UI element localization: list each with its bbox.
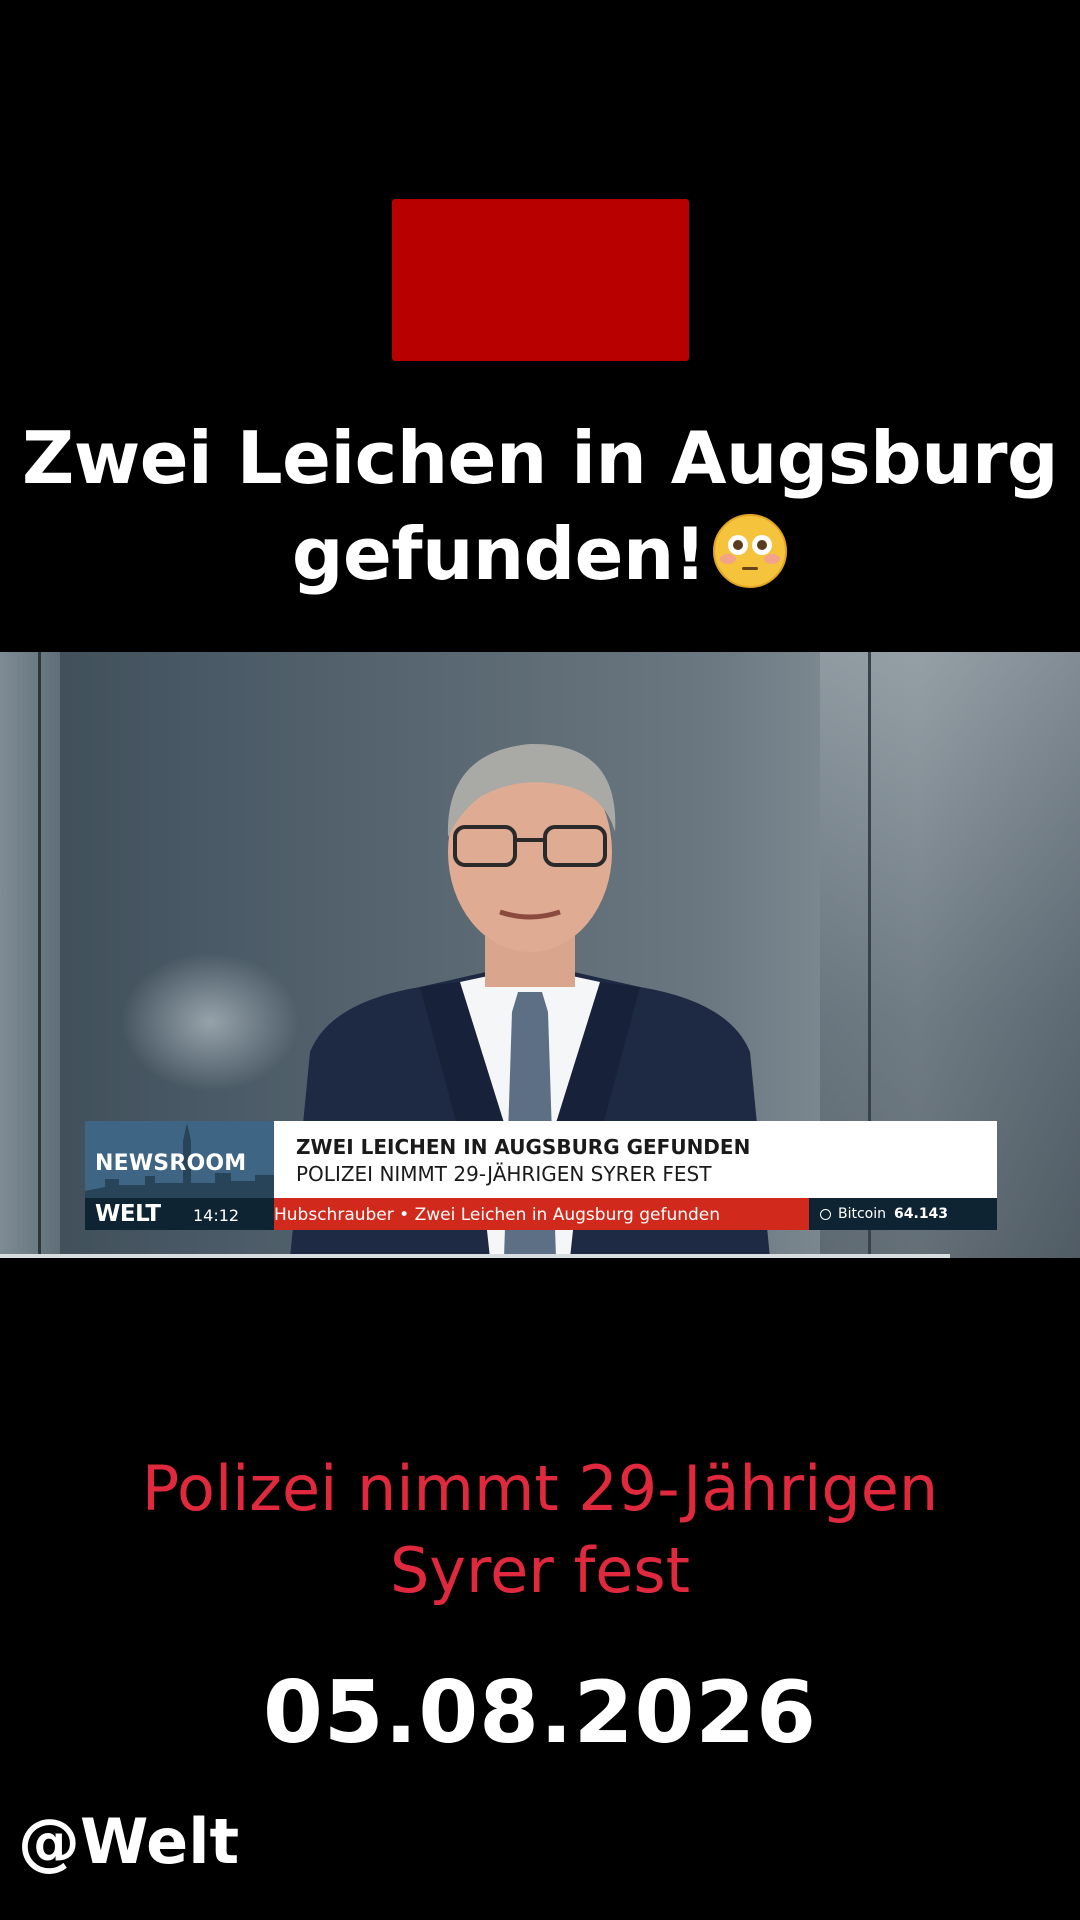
subline: Polizei nimmt 29-Jährigen Syrer fest [0, 1448, 1080, 1612]
headline-line1: Zwei Leichen in Augsburg [21, 416, 1059, 500]
bitcoin-quote: Bitcoin 64.143 [820, 1206, 948, 1222]
subline-line1: Polizei nimmt 29-Jährigen [141, 1452, 939, 1525]
lower-third-headline-box: ZWEI LEICHEN IN AUGSBURG GEFUNDEN POLIZE… [274, 1121, 997, 1198]
bitcoin-icon [820, 1209, 831, 1220]
ticker-text: Hubschrauber • Zwei Leichen in Augsburg … [274, 1205, 721, 1225]
subline-line2: Syrer fest [389, 1534, 691, 1607]
headline-line2: gefunden! [0, 506, 1080, 602]
bitcoin-value: 64.143 [894, 1206, 949, 1222]
headline-line2-text: gefunden! [291, 512, 707, 596]
welt-logo: WELT [95, 1201, 161, 1227]
headline: Zwei Leichen in Augsburg gefunden! [0, 410, 1080, 602]
bitcoin-label: Bitcoin [838, 1206, 887, 1222]
lower-third-subtitle: POLIZEI NIMMT 29-JÄHRIGEN SYRER FEST [296, 1162, 712, 1186]
lower-third-title: ZWEI LEICHEN IN AUGSBURG GEFUNDEN [296, 1135, 751, 1159]
date-label: 05.08.2026 [262, 1663, 818, 1763]
news-ticker: Hubschrauber • Zwei Leichen in Augsburg … [274, 1198, 809, 1230]
flushed-face-emoji-icon [713, 514, 788, 588]
newsroom-label: NEWSROOM [95, 1151, 247, 1176]
red-placeholder-block [392, 199, 689, 361]
account-handle[interactable]: @Welt [18, 1805, 239, 1878]
broadcast-time: 14:12 [193, 1206, 240, 1225]
lower-third-bar: WELT 14:12 Hubschrauber • Zwei Leichen i… [85, 1198, 997, 1230]
